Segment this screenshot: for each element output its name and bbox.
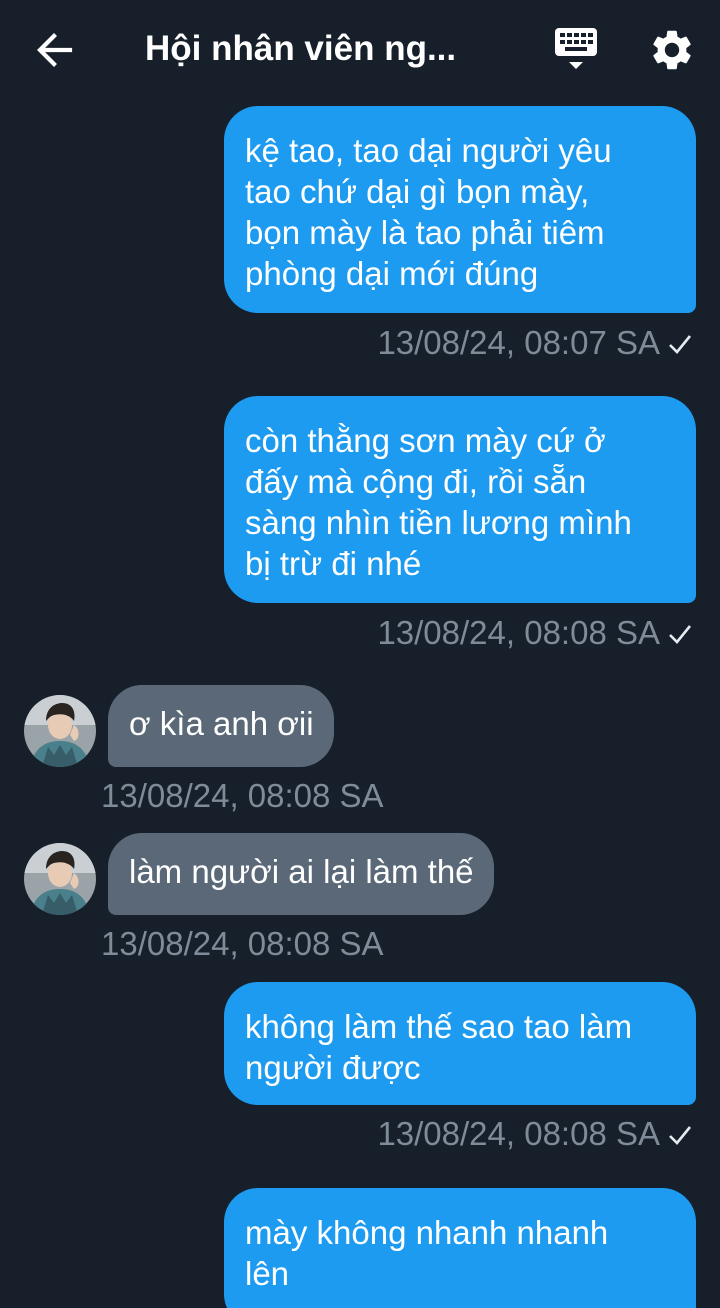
message-bubble-incoming[interactable]: ơ kìa anh ơii [108, 685, 334, 767]
message-bubble-outgoing[interactable]: kệ tao, tao dại người yêu tao chứ dại gì… [224, 106, 696, 313]
top-bar: Hội nhân viên ng... [0, 0, 720, 96]
message-line: làm người ai lại làm thế [129, 853, 474, 890]
message-line: đấy mà cộng đi, rồi sẵn [245, 463, 587, 500]
message-line: sàng nhìn tiền lương mình [245, 504, 632, 541]
chat-screen: Hội nhân viên ng... kệ tao, tao dại ngườ… [0, 0, 720, 1308]
avatar-photo-icon [24, 695, 96, 767]
message-timestamp: 13/08/24, 08:08 SA [377, 614, 660, 651]
avatar-photo-icon [24, 843, 96, 915]
message-line: tao chứ dại gì bọn mày, [245, 173, 590, 210]
message-line: bị trừ đi nhé [245, 545, 422, 582]
message-line: ơ kìa anh ơii [129, 705, 314, 742]
message-timestamp: 13/08/24, 08:08 SA [101, 925, 384, 962]
message-line: phòng dại mới đúng [245, 255, 539, 292]
message-line: lên [245, 1255, 290, 1292]
message-bubble-outgoing[interactable]: mày không nhanh nhanh lên [224, 1188, 696, 1308]
sender-avatar[interactable] [24, 843, 96, 915]
message-timestamp: 13/08/24, 08:08 SA [377, 1115, 660, 1152]
conversation-title[interactable]: Hội nhân viên ng... [145, 28, 505, 70]
sent-check-icon [669, 625, 692, 644]
message-bubble-incoming[interactable]: làm người ai lại làm thế [108, 833, 494, 915]
back-button[interactable] [30, 26, 78, 74]
message-line: người được [245, 1049, 421, 1086]
message-line: mày không nhanh nhanh [245, 1214, 609, 1251]
sender-avatar[interactable] [24, 695, 96, 767]
keyboard-icon [555, 28, 597, 69]
message-line: bọn mày là tao phải tiêm [245, 214, 605, 251]
sent-check-icon [669, 335, 692, 354]
keyboard-button[interactable] [553, 24, 599, 74]
message-timestamp: 13/08/24, 08:08 SA [101, 777, 384, 814]
gear-icon [653, 30, 691, 70]
message-timestamp: 13/08/24, 08:07 SA [377, 324, 660, 361]
settings-button[interactable] [648, 26, 696, 74]
message-bubble-outgoing[interactable]: còn thằng sơn mày cứ ở đấy mà cộng đi, r… [224, 396, 696, 603]
message-line: không làm thế sao tao làm [245, 1008, 633, 1045]
message-line: còn thằng sơn mày cứ ở [245, 422, 606, 459]
arrow-left-icon [37, 33, 73, 67]
message-line: kệ tao, tao dại người yêu [245, 132, 612, 169]
message-bubble-outgoing[interactable]: không làm thế sao tao làm người được [224, 982, 696, 1105]
sent-check-icon [669, 1126, 692, 1145]
